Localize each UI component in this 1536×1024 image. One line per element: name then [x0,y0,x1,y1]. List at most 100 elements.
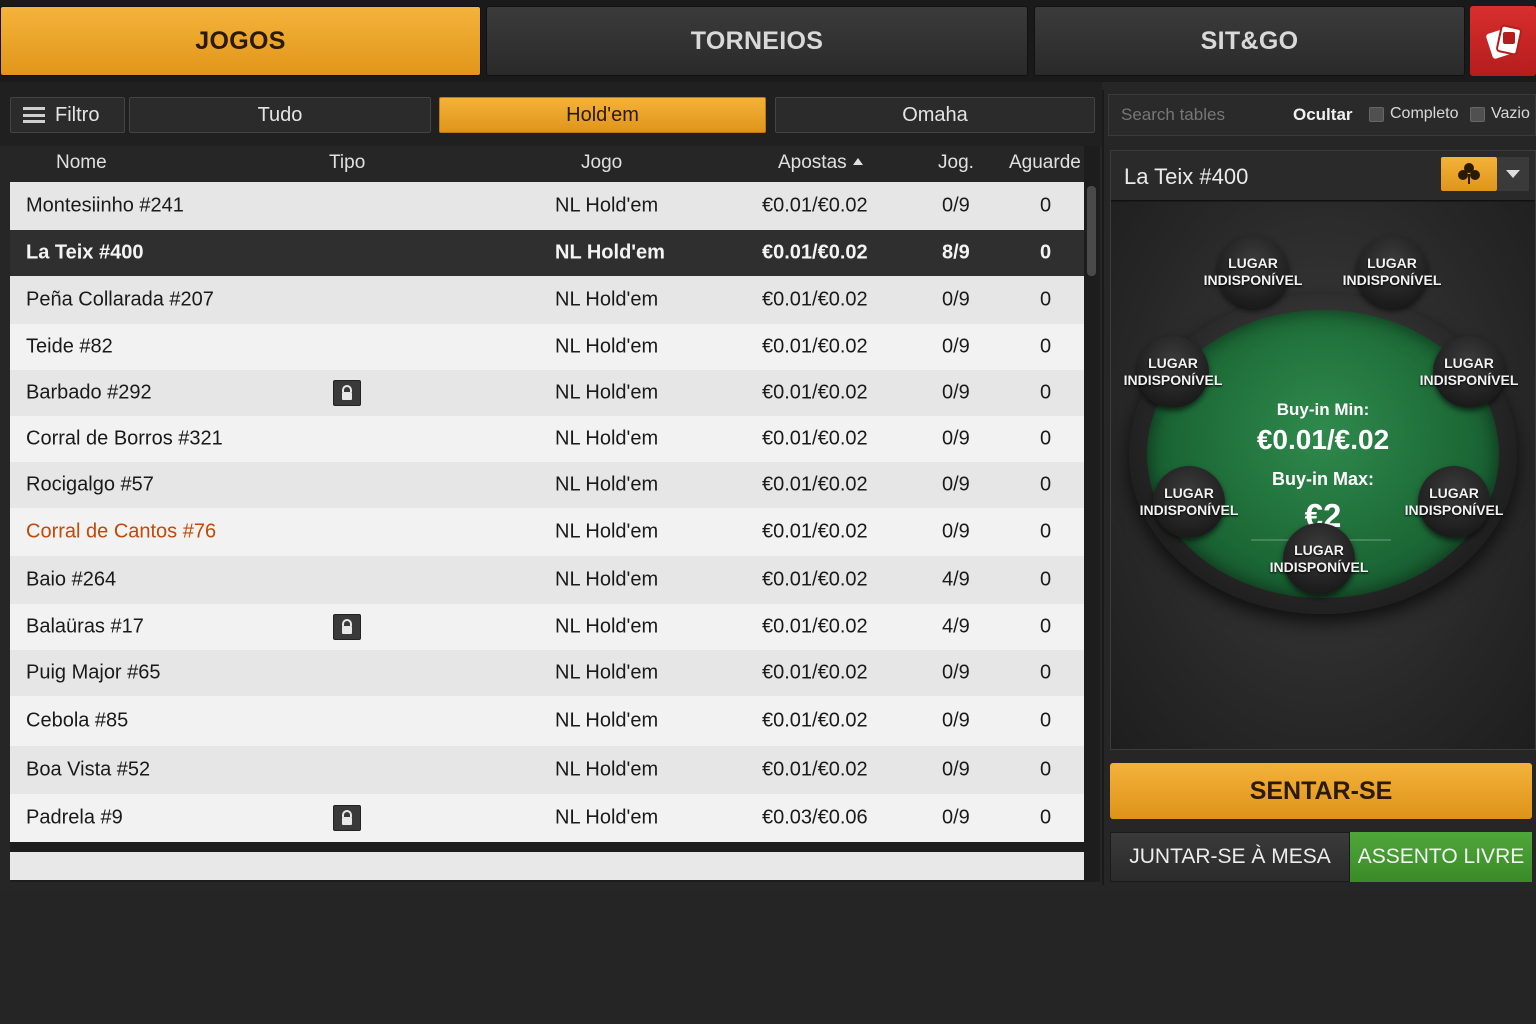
detail-title: La Teix #400 [1124,164,1249,189]
table-row[interactable]: Balaüras #17 NL Hold'em €0.01/€0.02 4/9 0 [10,604,1084,650]
seat-status: LUGAR INDISPONÍVEL [1124,485,1254,519]
sit-button[interactable]: SENTAR-SE [1110,763,1532,819]
filter-holdem[interactable]: Hold'em [439,97,766,133]
row-players: 0/9 [942,709,970,732]
seat-status: LUGAR INDISPONÍVEL [1389,485,1519,519]
search-input[interactable] [1115,99,1285,131]
row-stakes: €0.01/€0.02 [762,615,868,638]
filter-button[interactable]: Filtro [10,97,125,133]
completo-label: Completo [1390,105,1459,122]
filter-label: Filtro [55,103,100,126]
row-waiting: 0 [1040,709,1052,732]
table-row[interactable]: Cebola #85 NL Hold'em €0.01/€0.02 0/9 0 [10,696,1084,746]
search-bar: Ocultar Completo Vazio [1108,94,1536,136]
row-stakes: €0.03/€0.06 [762,806,868,829]
table-row[interactable]: Puig Major #65 NL Hold'em €0.01/€0.02 0/9 0 [10,650,1084,696]
row-game: NL Hold'em [555,381,659,404]
row-waiting: 0 [1040,335,1052,358]
join-table-button[interactable]: JUNTAR-SE À MESA [1110,832,1350,882]
row-stakes: €0.01/€0.02 [762,758,868,781]
row-game: NL Hold'em [555,758,659,781]
row-waiting: 0 [1040,568,1052,591]
table-row[interactable]: Boa Vista #52 NL Hold'em €0.01/€0.02 0/9 0 [10,746,1084,794]
row-game: NL Hold'em [555,194,659,217]
row-stakes: €0.01/€0.02 [762,473,868,496]
vazio-label: Vazio [1491,105,1530,122]
row-type [333,805,361,831]
row-type [333,380,361,406]
table-row[interactable]: Montesiinho #241 NL Hold'em €0.01/€0.02 0/9… [10,182,1084,230]
list-scrollbar[interactable] [1087,186,1096,276]
buyin-min-value: €0.01/€.02 [1256,424,1390,455]
top-tab-bar: JOGOS TORNEIOS SIT&GO [0,0,1536,82]
column-nome[interactable]: Nome [56,152,107,174]
column-jogo[interactable]: Jogo [581,152,622,174]
filter-tudo[interactable]: Tudo [129,97,431,133]
row-stakes: €0.01/€0.02 [762,427,868,450]
row-name: La Teix #400 [26,241,144,264]
seat-status-line2: INDISPONÍVEL [1342,272,1442,288]
row-players: 0/9 [942,194,970,217]
clover-icon[interactable] [1441,157,1497,191]
row-waiting: 0 [1040,288,1052,311]
seat-status-line2: INDISPONÍVEL [1404,502,1504,518]
hide-label: Ocultar [1293,105,1353,124]
seat-status: LUGAR INDISPONÍVEL [1327,255,1457,289]
column-aguarde[interactable]: Aguarde [1009,152,1081,174]
seat-status-line1: LUGAR [1148,355,1198,371]
row-stakes: €0.01/€0.02 [762,381,868,404]
table-row[interactable]: La Teix #400 NL Hold'em €0.01/€0.02 8/9 0 [10,230,1084,276]
column-tipo[interactable]: Tipo [329,152,365,174]
tab-jogos[interactable]: JOGOS [0,6,481,76]
row-waiting: 0 [1040,661,1052,684]
table-row[interactable]: Peña Collarada #207 NL Hold'em €0.01/€0.02… [10,276,1084,324]
vazio-checkbox[interactable] [1470,107,1485,122]
row-waiting: 0 [1040,427,1052,450]
row-players: 0/9 [942,381,970,404]
table-row[interactable]: Corral de Cantos #76 NL Hold'em €0.01/€0.0… [10,508,1084,556]
table-row[interactable]: Rocigalgo #57 NL Hold'em €0.01/€0.02 0/9 0 [10,462,1084,508]
seat-status-line2: INDISPONÍVEL [1123,372,1223,388]
completo-checkbox[interactable] [1369,107,1384,122]
lock-icon [333,805,361,831]
column-jog[interactable]: Jog. [938,152,974,174]
cards-logo-icon[interactable] [1470,6,1536,76]
row-waiting: 0 [1040,520,1052,543]
table-row[interactable]: Baio #264 NL Hold'em €0.01/€0.02 4/9 0 [10,556,1084,604]
table-row[interactable]: Teide #82 NL Hold'em €0.01/€0.02 0/9 0 [10,324,1084,370]
table-row[interactable]: Padrela #9 NL Hold'em €0.03/€0.06 0/9 0 [10,794,1084,842]
row-name: Padrela #9 [26,806,123,829]
free-seat-button[interactable]: ASSENTO LIVRE [1350,832,1532,882]
table-row[interactable]: Corral de Borros #321 NL Hold'em €0.01/€0.… [10,416,1084,462]
row-waiting: 0 [1040,381,1052,404]
row-game: NL Hold'em [555,806,659,829]
chevron-down-icon[interactable] [1497,157,1529,191]
row-stakes: €0.01/€0.02 [762,241,868,264]
row-name: Teide #82 [26,335,113,358]
row-stakes: €0.01/€0.02 [762,709,868,732]
tab-torneios[interactable]: TORNEIOS [486,6,1028,76]
row-players: 4/9 [942,615,970,638]
row-game: NL Hold'em [555,661,659,684]
row-players: 0/9 [942,806,970,829]
row-game: NL Hold'em [555,427,659,450]
row-name: Peña Collarada #207 [26,288,214,311]
seat-status-line1: LUGAR [1429,485,1479,501]
row-players: 0/9 [942,473,970,496]
row-stakes: €0.01/€0.02 [762,194,868,217]
seat-status: LUGAR INDISPONÍVEL [1404,355,1534,389]
row-game: NL Hold'em [555,709,659,732]
seat-status: LUGAR INDISPONÍVEL [1254,542,1384,576]
filter-omaha[interactable]: Omaha [775,97,1095,133]
row-waiting: 0 [1040,806,1052,829]
tab-sitgo[interactable]: SIT&GO [1034,6,1465,76]
column-apostas[interactable]: Apostas [778,152,863,174]
seat-status-line2: INDISPONÍVEL [1203,272,1303,288]
row-stakes: €0.01/€0.02 [762,520,868,543]
row-stakes: €0.01/€0.02 [762,335,868,358]
table-row[interactable]: Barbado #292 NL Hold'em €0.01/€0.02 0/9 0 [10,370,1084,416]
row-game: NL Hold'em [555,241,665,264]
row-waiting: 0 [1040,758,1052,781]
row-name: Baio #264 [26,568,117,591]
detail-header: La Teix #400 [1111,151,1535,201]
